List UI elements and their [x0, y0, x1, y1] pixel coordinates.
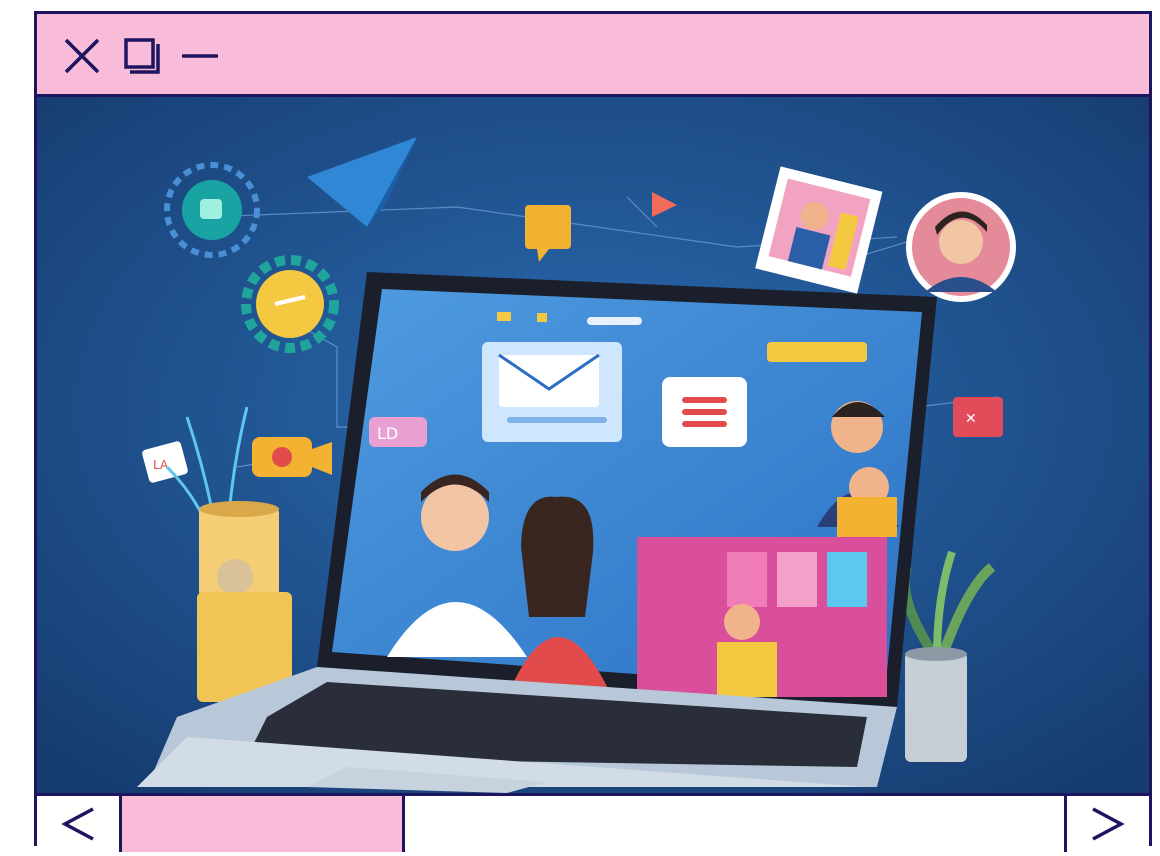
chevron-right-icon [1092, 807, 1125, 841]
title-bar [37, 14, 1149, 97]
next-button[interactable] [1064, 796, 1149, 852]
progress-bar [122, 796, 1064, 852]
navigation-footer [37, 793, 1149, 852]
progress-fill [122, 796, 405, 852]
cup-icon [197, 501, 292, 702]
close-icon[interactable] [62, 36, 102, 76]
svg-text:✕: ✕ [965, 411, 977, 427]
avatar-icon [906, 192, 1016, 302]
tag-icon: ✕ [953, 397, 1003, 437]
app-window: LA ✕ LD [34, 11, 1152, 852]
restore-window-icon[interactable] [122, 36, 162, 76]
laptop: LD [317, 272, 937, 727]
chat-bubble-label: LD [377, 424, 398, 443]
minimize-icon[interactable] [180, 36, 220, 76]
previous-button[interactable] [37, 796, 122, 852]
svg-text:LA: LA [153, 458, 169, 472]
laptop-video-call-illustration: LA ✕ LD [37, 97, 1149, 793]
chevron-left-icon [61, 807, 94, 841]
image-viewport: LA ✕ LD [37, 97, 1149, 793]
